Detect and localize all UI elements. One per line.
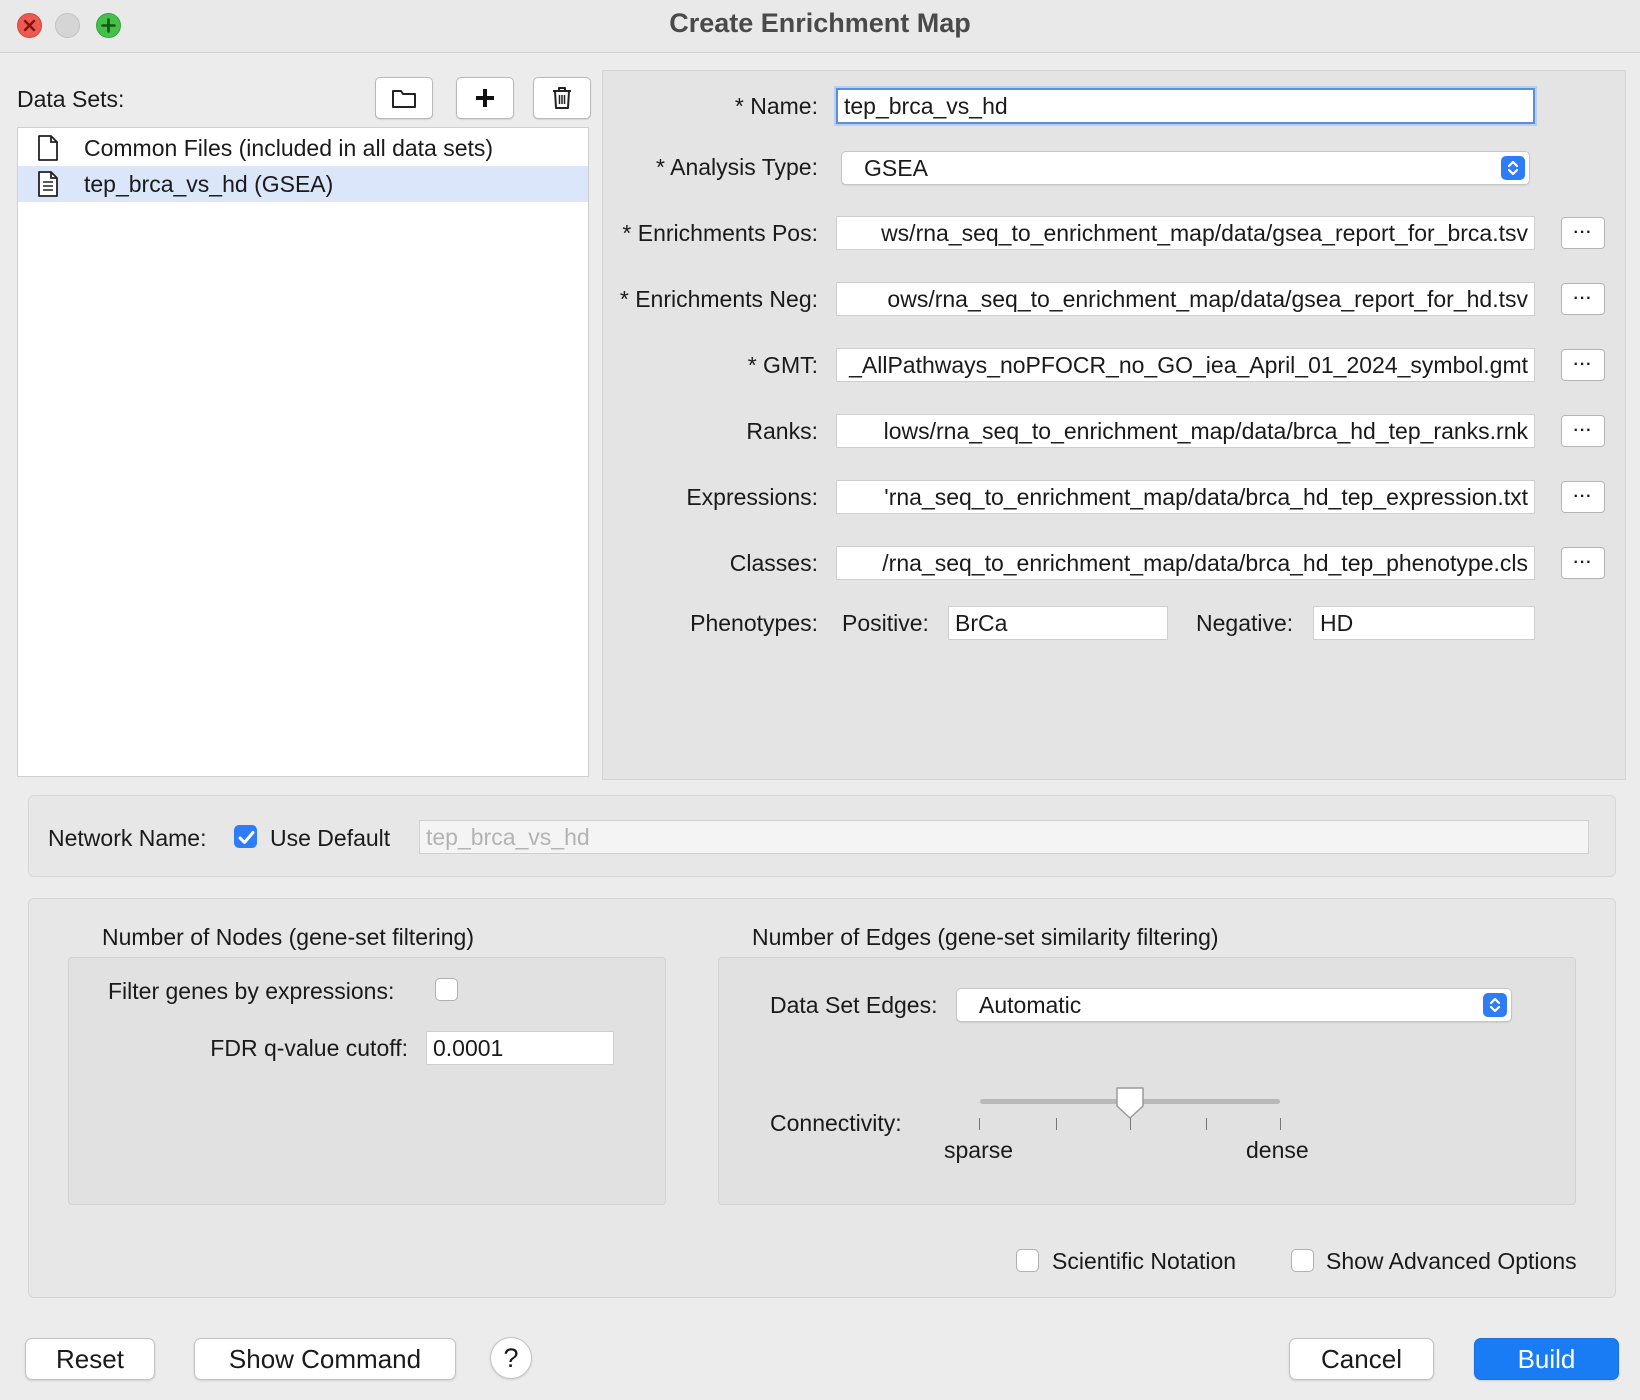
slider-tick (979, 1118, 980, 1130)
open-folder-button[interactable] (375, 77, 433, 119)
browse-gmt-button[interactable]: ··· (1561, 349, 1605, 381)
network-name-input[interactable]: tep_brca_vs_hd (419, 820, 1589, 854)
dense-label: dense (1246, 1137, 1309, 1163)
checkmark-icon (238, 831, 255, 844)
datasets-list (17, 127, 589, 777)
dataset-item-tep[interactable]: tep_brca_vs_hd (GSEA) (18, 166, 588, 202)
negative-label: Negative: (1196, 610, 1294, 636)
connectivity-label: Connectivity: (770, 1110, 902, 1136)
dataset-item-label: Common Files (included in all data sets) (84, 134, 494, 161)
document-icon (38, 171, 58, 197)
browse-expressions-button[interactable]: ··· (1561, 481, 1605, 513)
browse-ranks-button[interactable]: ··· (1561, 415, 1605, 447)
dataset-edges-label: Data Set Edges: (770, 992, 938, 1018)
expressions-label: Expressions: (686, 484, 818, 510)
enrichments-pos-input[interactable]: ws/rna_seq_to_enrichment_map/data/gsea_r… (836, 216, 1535, 250)
build-button[interactable]: Build (1474, 1338, 1619, 1380)
name-input[interactable]: tep_brca_vs_hd (836, 88, 1535, 124)
file-icon (38, 135, 58, 161)
ranks-input[interactable]: lows/rna_seq_to_enrichment_map/data/brca… (836, 414, 1535, 448)
reset-button[interactable]: Reset (25, 1338, 155, 1380)
window-title: Create Enrichment Map (669, 8, 971, 38)
select-arrows-icon (1501, 156, 1525, 180)
connectivity-slider-thumb[interactable] (1114, 1086, 1146, 1120)
slider-tick (1130, 1118, 1131, 1130)
enrichments-neg-label: * Enrichments Neg: (619, 286, 818, 312)
fdr-cutoff-input[interactable]: 0.0001 (426, 1031, 614, 1065)
classes-input[interactable]: /rna_seq_to_enrichment_map/data/brca_hd_… (836, 546, 1535, 580)
analysis-type-select[interactable]: GSEA (841, 151, 1530, 185)
name-label: * Name: (734, 93, 818, 119)
browse-classes-button[interactable]: ··· (1561, 547, 1605, 579)
trash-icon (553, 87, 571, 109)
dataset-edges-select[interactable]: Automatic (956, 988, 1512, 1022)
enrichments-neg-input[interactable]: ows/rna_seq_to_enrichment_map/data/gsea_… (836, 282, 1535, 316)
edges-section-title: Number of Edges (gene-set similarity fil… (752, 924, 1219, 950)
show-advanced-label: Show Advanced Options (1326, 1248, 1577, 1274)
classes-label: Classes: (729, 550, 818, 576)
fdr-cutoff-label: FDR q-value cutoff: (210, 1035, 408, 1061)
help-button[interactable]: ? (490, 1337, 532, 1379)
gmt-input[interactable]: _AllPathways_noPFOCR_no_GO_iea_April_01_… (836, 348, 1535, 382)
positive-label: Positive: (842, 610, 929, 636)
plus-icon (476, 89, 494, 107)
positive-phenotype-input[interactable]: BrCa (948, 606, 1168, 640)
phenotypes-label: Phenotypes: (690, 610, 818, 636)
analysis-type-label: * Analysis Type: (656, 154, 818, 180)
slider-tick (1206, 1118, 1207, 1130)
add-dataset-button[interactable] (456, 77, 514, 119)
scientific-notation-label: Scientific Notation (1052, 1248, 1237, 1274)
slider-tick (1280, 1118, 1281, 1130)
show-advanced-checkbox[interactable] (1291, 1249, 1314, 1272)
slider-tick (1056, 1118, 1057, 1130)
browse-neg-button[interactable]: ··· (1561, 283, 1605, 315)
datasets-label: Data Sets: (17, 86, 125, 112)
nodes-section-title: Number of Nodes (gene-set filtering) (102, 924, 474, 950)
sparse-label: sparse (944, 1137, 1014, 1163)
delete-dataset-button[interactable] (533, 77, 591, 119)
folder-icon (392, 90, 416, 108)
scientific-notation-checkbox[interactable] (1016, 1249, 1039, 1272)
browse-pos-button[interactable]: ··· (1561, 217, 1605, 249)
expressions-input[interactable]: 'rna_seq_to_enrichment_map/data/brca_hd_… (836, 480, 1535, 514)
negative-phenotype-input[interactable]: HD (1313, 606, 1535, 640)
filter-genes-label: Filter genes by expressions: (108, 978, 395, 1004)
network-name-label: Network Name: (48, 825, 207, 851)
select-arrows-icon (1483, 993, 1507, 1017)
use-default-checkbox[interactable] (234, 825, 257, 848)
cancel-button[interactable]: Cancel (1289, 1338, 1434, 1380)
enrichments-pos-label: * Enrichments Pos: (622, 220, 818, 246)
ranks-label: Ranks: (746, 418, 818, 444)
show-command-button[interactable]: Show Command (194, 1338, 456, 1380)
gmt-label: * GMT: (747, 352, 818, 378)
filter-genes-checkbox[interactable] (435, 978, 458, 1001)
dataset-item-common[interactable]: Common Files (included in all data sets) (18, 130, 588, 166)
use-default-label: Use Default (270, 825, 391, 851)
dataset-item-label: tep_brca_vs_hd (GSEA) (84, 170, 334, 197)
